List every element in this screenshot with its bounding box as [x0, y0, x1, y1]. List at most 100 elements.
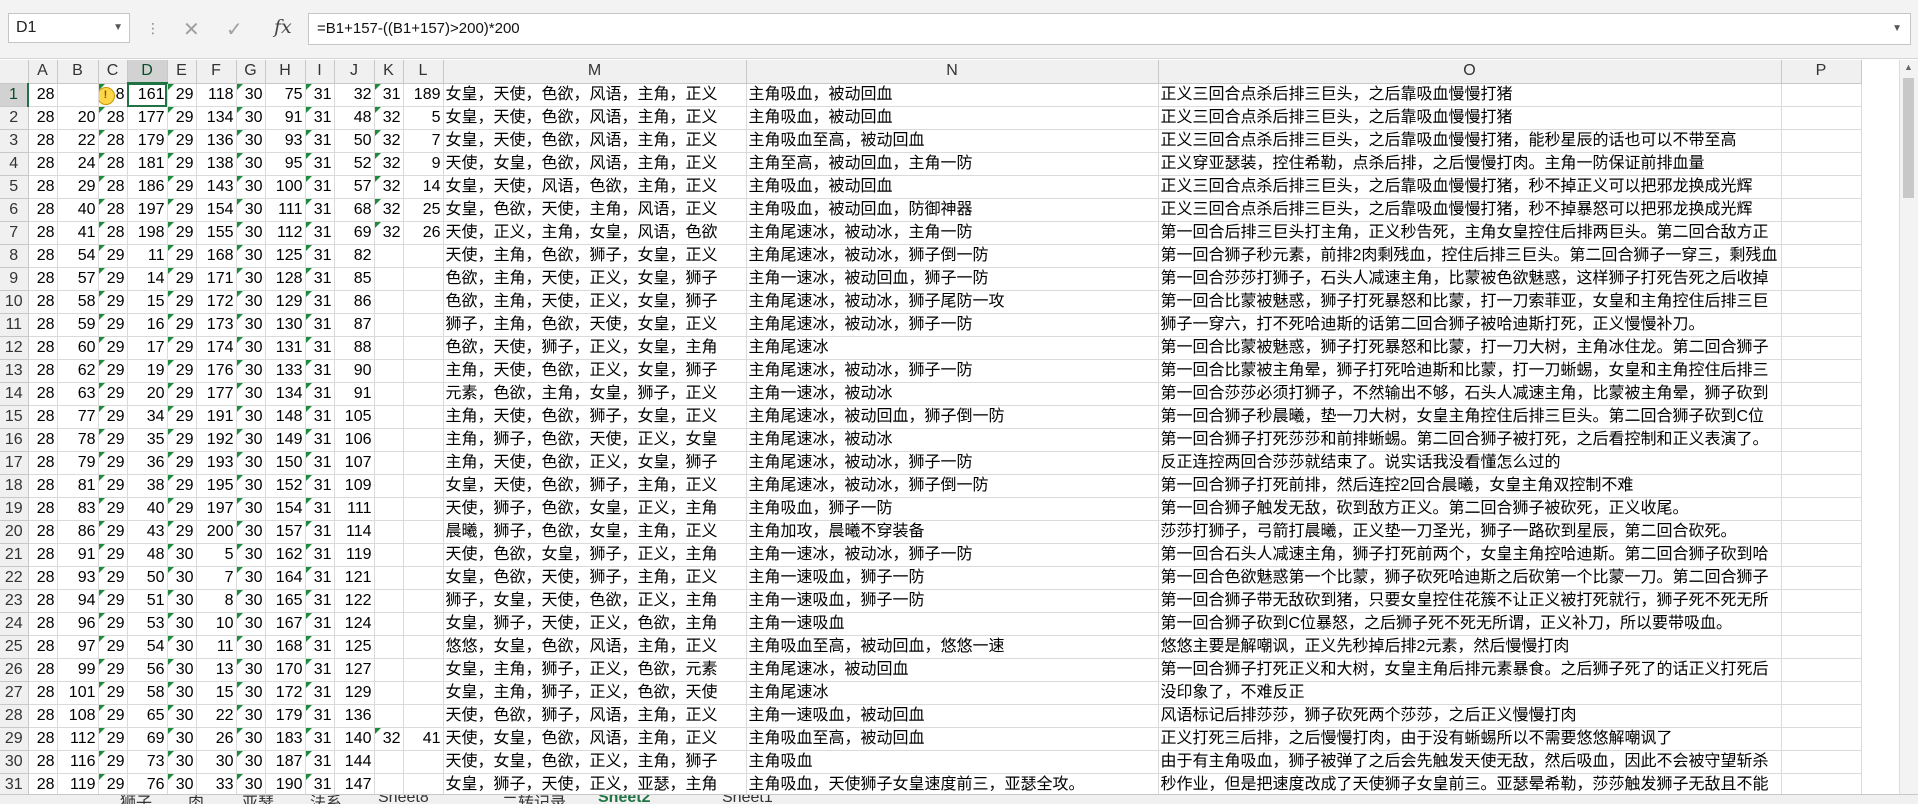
cell-i6[interactable]: 31 [305, 198, 335, 222]
cell-f19[interactable]: 197 [196, 497, 237, 521]
cell-m31[interactable]: 女皇，狮子，天使，正义，亚瑟，主角 [443, 773, 747, 794]
cell-n8[interactable]: 主角尾速冰，被动冰，狮子倒一防 [746, 244, 1159, 268]
cell-d13[interactable]: 19 [127, 359, 168, 383]
cell-i3[interactable]: 31 [305, 129, 335, 153]
row-header[interactable]: 25 [0, 635, 29, 659]
cell-j12[interactable]: 88 [334, 336, 375, 360]
cell-f22[interactable]: 7 [196, 566, 237, 590]
cell-e1[interactable]: 29 [167, 83, 197, 107]
cell-l1[interactable]: 189 [403, 83, 444, 107]
cell-l21[interactable] [403, 543, 444, 567]
cell-o8[interactable]: 第一回合狮子秒元素，前排2肉剩残血，控住后排三巨头。第二回合狮子一穿三，剩残血 [1158, 244, 1782, 268]
row-header[interactable]: 12 [0, 336, 29, 360]
cell-p16[interactable] [1781, 428, 1862, 452]
cell-a31[interactable]: 28 [28, 773, 58, 794]
cell-l4[interactable]: 9 [403, 152, 444, 176]
cell-p25[interactable] [1781, 635, 1862, 659]
cell-a11[interactable]: 28 [28, 313, 58, 337]
cell-h2[interactable]: 91 [265, 106, 306, 130]
cell-a17[interactable]: 28 [28, 451, 58, 475]
cell-g9[interactable]: 30 [236, 267, 266, 291]
cell-a2[interactable]: 28 [28, 106, 58, 130]
cell-o15[interactable]: 第一回合狮子秒晨曦，垫一刀大树，女皇主角控住后排三巨头。第二回合狮子砍到C位 [1158, 405, 1782, 429]
cell-n20[interactable]: 主角加攻，晨曦不穿装备 [746, 520, 1159, 544]
cell-g14[interactable]: 30 [236, 382, 266, 406]
column-header-n[interactable]: N [746, 60, 1159, 84]
cell-i14[interactable]: 31 [305, 382, 335, 406]
cell-e4[interactable]: 29 [167, 152, 197, 176]
cell-g7[interactable]: 30 [236, 221, 266, 245]
cell-j29[interactable]: 140 [334, 727, 375, 751]
cell-d12[interactable]: 17 [127, 336, 168, 360]
cell-o28[interactable]: 风语标记后排莎莎，狮子砍死两个莎莎，之后正义慢慢打肉 [1158, 704, 1782, 728]
cell-d17[interactable]: 36 [127, 451, 168, 475]
cell-k30[interactable] [374, 750, 404, 774]
cell-l6[interactable]: 25 [403, 198, 444, 222]
cell-c16[interactable]: 29 [98, 428, 128, 452]
cell-m15[interactable]: 主角，天使，色欲，狮子，女皇，正义 [443, 405, 747, 429]
cell-d1[interactable]: 161 [127, 83, 168, 107]
row-header[interactable]: 31 [0, 773, 29, 794]
cell-p2[interactable] [1781, 106, 1862, 130]
cell-h22[interactable]: 164 [265, 566, 306, 590]
cell-c9[interactable]: 29 [98, 267, 128, 291]
row-header[interactable]: 22 [0, 566, 29, 590]
cell-n28[interactable]: 主角一速吸血，被动回血 [746, 704, 1159, 728]
cell-g4[interactable]: 30 [236, 152, 266, 176]
row-header[interactable]: 14 [0, 382, 29, 406]
row-header[interactable]: 17 [0, 451, 29, 475]
cell-o25[interactable]: 悠悠主要是解嘲讽，正义先秒掉后排2元素，然后慢慢打肉 [1158, 635, 1782, 659]
cell-l24[interactable] [403, 612, 444, 636]
cell-f13[interactable]: 176 [196, 359, 237, 383]
cell-h10[interactable]: 129 [265, 290, 306, 314]
cell-e14[interactable]: 29 [167, 382, 197, 406]
cell-i25[interactable]: 31 [305, 635, 335, 659]
cell-b19[interactable]: 83 [57, 497, 99, 521]
cell-p29[interactable] [1781, 727, 1862, 751]
cell-l15[interactable] [403, 405, 444, 429]
cell-n11[interactable]: 主角尾速冰，被动冰，狮子一防 [746, 313, 1159, 337]
cell-o22[interactable]: 第一回合色欲魅惑第一个比蒙，狮子砍死哈迪斯之后砍第一个比蒙一刀。第二回合狮子 [1158, 566, 1782, 590]
cell-h21[interactable]: 162 [265, 543, 306, 567]
cell-m27[interactable]: 女皇，主角，狮子，正义，色欲，天使 [443, 681, 747, 705]
cell-i19[interactable]: 31 [305, 497, 335, 521]
cell-a20[interactable]: 28 [28, 520, 58, 544]
cell-a26[interactable]: 28 [28, 658, 58, 682]
cell-b16[interactable]: 78 [57, 428, 99, 452]
cell-l8[interactable] [403, 244, 444, 268]
column-header-g[interactable]: G [236, 60, 266, 84]
cell-i22[interactable]: 31 [305, 566, 335, 590]
cell-f17[interactable]: 193 [196, 451, 237, 475]
cell-b8[interactable]: 54 [57, 244, 99, 268]
cell-h25[interactable]: 168 [265, 635, 306, 659]
cell-l11[interactable] [403, 313, 444, 337]
cell-o12[interactable]: 第一回合比蒙被魅惑，狮子打死暴怒和比蒙，打一刀大树，主角冰住龙。第二回合狮子 [1158, 336, 1782, 360]
cell-h5[interactable]: 100 [265, 175, 306, 199]
cell-i13[interactable]: 31 [305, 359, 335, 383]
cell-f25[interactable]: 11 [196, 635, 237, 659]
row-header[interactable]: 3 [0, 129, 29, 153]
cell-g21[interactable]: 30 [236, 543, 266, 567]
cell-g10[interactable]: 30 [236, 290, 266, 314]
cell-b26[interactable]: 99 [57, 658, 99, 682]
cell-e16[interactable]: 29 [167, 428, 197, 452]
cell-b24[interactable]: 96 [57, 612, 99, 636]
cell-m28[interactable]: 天使，色欲，狮子，风语，主角，正义 [443, 704, 747, 728]
cell-n29[interactable]: 主角吸血至高，被动回血 [746, 727, 1159, 751]
cell-d8[interactable]: 11 [127, 244, 168, 268]
cell-k21[interactable] [374, 543, 404, 567]
cell-j30[interactable]: 144 [334, 750, 375, 774]
cell-f8[interactable]: 168 [196, 244, 237, 268]
cell-c18[interactable]: 29 [98, 474, 128, 498]
cell-b3[interactable]: 22 [57, 129, 99, 153]
cell-j2[interactable]: 48 [334, 106, 375, 130]
cell-n17[interactable]: 主角尾速冰，被动冰，狮子一防 [746, 451, 1159, 475]
cell-d20[interactable]: 43 [127, 520, 168, 544]
cell-h12[interactable]: 131 [265, 336, 306, 360]
cell-j10[interactable]: 86 [334, 290, 375, 314]
cell-i4[interactable]: 31 [305, 152, 335, 176]
cell-m29[interactable]: 天使，女皇，色欲，风语，主角，正义 [443, 727, 747, 751]
cell-k6[interactable]: 32 [374, 198, 404, 222]
cell-i24[interactable]: 31 [305, 612, 335, 636]
row-header[interactable]: 29 [0, 727, 29, 751]
